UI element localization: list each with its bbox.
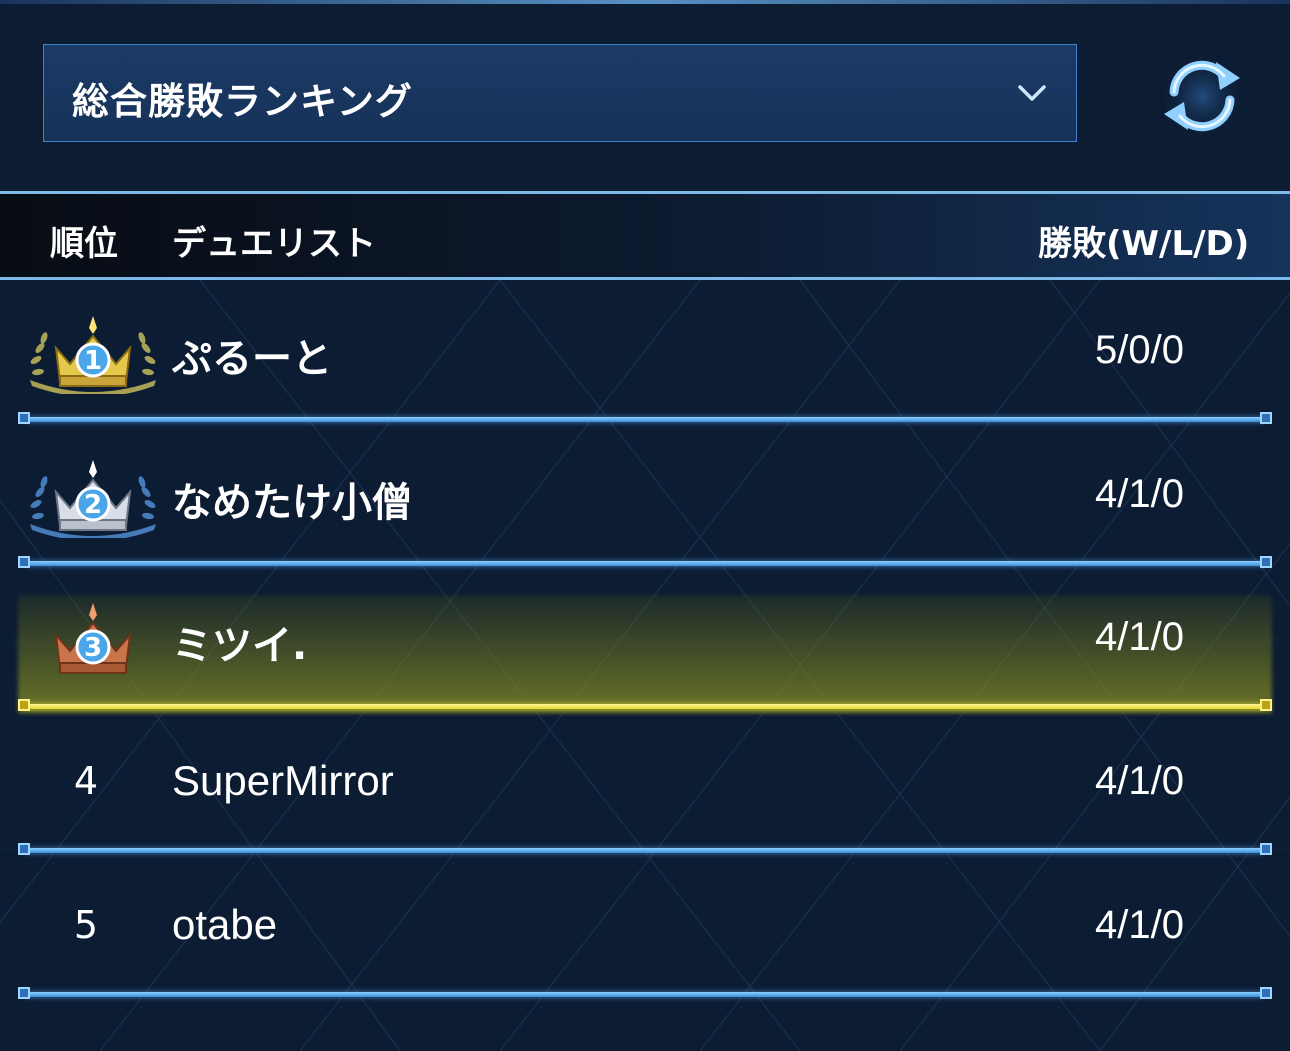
refresh-icon[interactable] <box>1150 52 1254 140</box>
win-loss-record: 4/1/0 <box>1095 759 1184 803</box>
row-divider <box>18 412 1272 426</box>
rank-number: 5 <box>73 903 99 947</box>
silver-crown-icon: 2 <box>30 460 156 538</box>
top-edge-line <box>0 0 1290 4</box>
ranking-type-label: 総合勝敗ランキング <box>72 80 413 123</box>
rank-column-header: 順位 <box>50 224 118 264</box>
row-divider <box>18 556 1272 570</box>
duelist-column-header: デュエリスト <box>172 224 376 264</box>
win-loss-record: 5/0/0 <box>1095 328 1184 372</box>
ranking-row[interactable]: 5 otabe 4/1/0 <box>0 863 1290 1006</box>
gold-crown-icon: 1 <box>30 316 156 394</box>
ranking-row-highlighted[interactable]: 3 ミツイ. 4/1/0 <box>0 575 1290 718</box>
record-column-header: 勝敗(W/L/D) <box>1038 224 1250 264</box>
svg-text:3: 3 <box>84 633 102 663</box>
ranking-type-dropdown[interactable]: 総合勝敗ランキング <box>43 44 1077 142</box>
ranking-row[interactable]: 1 ぷるーと 5/0/0 <box>0 288 1290 431</box>
win-loss-record: 4/1/0 <box>1095 472 1184 516</box>
svg-text:2: 2 <box>84 490 102 520</box>
ranking-row[interactable]: 2 なめたけ小僧 4/1/0 <box>0 432 1290 575</box>
chevron-down-icon <box>1018 85 1046 101</box>
duelist-name: ぷるーと <box>172 336 332 382</box>
row-divider <box>18 987 1272 1001</box>
row-divider-highlight <box>18 699 1272 713</box>
duelist-name: otabe <box>172 901 278 948</box>
rank-number: 4 <box>73 759 99 803</box>
table-header: 順位 デュエリスト 勝敗(W/L/D) <box>0 191 1290 280</box>
duelist-name: ミツイ. <box>172 623 308 669</box>
svg-text:1: 1 <box>84 346 102 376</box>
win-loss-record: 4/1/0 <box>1095 903 1184 947</box>
bronze-crown-icon: 3 <box>54 603 132 674</box>
win-loss-record: 4/1/0 <box>1095 615 1184 659</box>
ranking-row[interactable]: 4 SuperMirror 4/1/0 <box>0 719 1290 862</box>
row-divider <box>18 843 1272 857</box>
duelist-name: SuperMirror <box>172 757 394 804</box>
duelist-name: なめたけ小僧 <box>172 480 412 526</box>
